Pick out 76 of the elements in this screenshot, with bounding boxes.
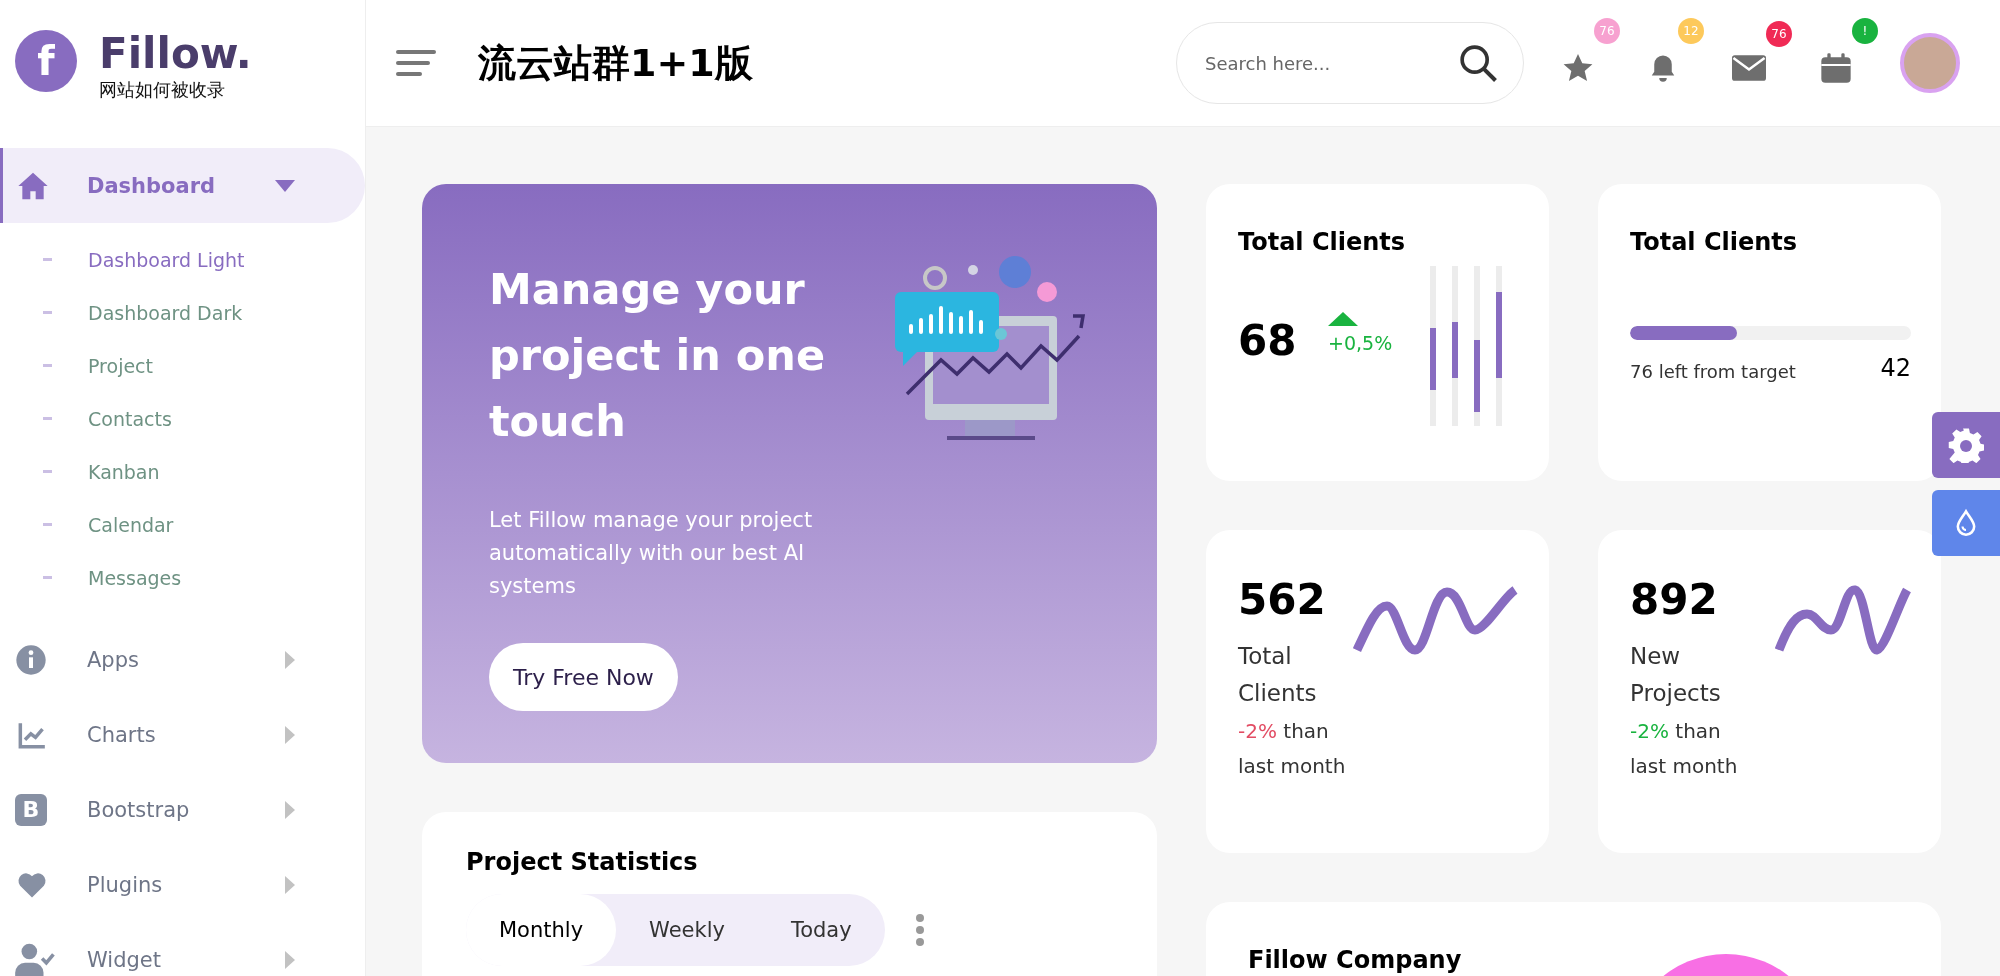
logo-icon: f bbox=[15, 30, 77, 92]
caret-right-icon bbox=[285, 650, 295, 669]
bullet-icon bbox=[43, 417, 52, 420]
nav-item[interactable]: Dashboard bbox=[0, 148, 365, 223]
menu-icon[interactable] bbox=[396, 48, 436, 78]
dot-decoration bbox=[1037, 282, 1057, 302]
bullet-icon bbox=[43, 523, 52, 526]
card-title: Total Clients bbox=[1238, 228, 1407, 256]
count-badge: 76 bbox=[1766, 21, 1792, 47]
settings-button[interactable] bbox=[1932, 412, 2000, 478]
dot-decoration bbox=[968, 265, 978, 275]
nav-item[interactable]: Plugins bbox=[0, 847, 365, 922]
dot-decoration bbox=[999, 256, 1031, 288]
brand-tagline: 网站如何被收录 bbox=[99, 78, 226, 102]
count-badge: 76 bbox=[1594, 18, 1620, 44]
settings-icon bbox=[1948, 427, 1984, 463]
theme-button[interactable] bbox=[1932, 490, 2000, 556]
submenu-item[interactable]: Contacts bbox=[88, 407, 172, 430]
caret-right-icon bbox=[285, 800, 295, 819]
change-value: +0,5% bbox=[1328, 332, 1394, 354]
count-badge: ! bbox=[1852, 18, 1878, 44]
hero-heading: Manage your project in one touch bbox=[489, 263, 827, 448]
submenu-item[interactable]: Kanban bbox=[88, 460, 160, 483]
stat-label: Total Clients bbox=[1238, 642, 1318, 708]
period-tab[interactable]: Monthly bbox=[466, 894, 617, 966]
submenu-item[interactable]: Dashboard Dark bbox=[88, 301, 243, 324]
submenu-item[interactable]: Calendar bbox=[88, 513, 174, 536]
more-icon[interactable] bbox=[914, 913, 925, 947]
bullet-icon bbox=[43, 311, 52, 314]
period-tab[interactable]: Today bbox=[757, 894, 885, 966]
nav-item[interactable]: Charts bbox=[0, 697, 365, 772]
caret-right-icon bbox=[285, 950, 295, 969]
caret-down-icon bbox=[275, 179, 295, 192]
search-field[interactable]: Search here... bbox=[1176, 22, 1524, 104]
search-icon[interactable] bbox=[1458, 43, 1498, 83]
bullet-icon bbox=[43, 470, 52, 473]
star-icon bbox=[1562, 52, 1594, 84]
stat-value: 562 bbox=[1238, 574, 1327, 626]
hero-text: Let Fillow manage your project automatically with our best AI systems bbox=[489, 507, 814, 600]
page-title: 流云站群1+1版 bbox=[478, 39, 754, 87]
submenu-item[interactable]: Project bbox=[88, 354, 153, 377]
brand-name: Fillow. bbox=[99, 30, 252, 78]
nav-item[interactable]: Widget bbox=[0, 922, 365, 976]
card-title: Total Clients bbox=[1630, 228, 1799, 256]
change-text: -2% than last month bbox=[1238, 718, 1347, 780]
info-icon bbox=[15, 643, 47, 676]
bullet-icon bbox=[43, 258, 52, 261]
card-title: Fillow Company bbox=[1248, 946, 1462, 974]
progress-caption: 76 left from target bbox=[1630, 361, 1796, 382]
bullet-icon bbox=[43, 576, 52, 579]
caret-right-icon bbox=[285, 725, 295, 744]
calendar-icon bbox=[1820, 52, 1852, 84]
notification-button[interactable] bbox=[1732, 55, 1766, 81]
caret-right-icon bbox=[285, 875, 295, 894]
try-button[interactable]: Try Free Now bbox=[489, 643, 678, 711]
stat-label: New Projects bbox=[1630, 642, 1722, 708]
card-title: Project Statistics bbox=[466, 848, 699, 876]
dot-decoration bbox=[995, 328, 1007, 340]
letter-icon: B bbox=[15, 793, 47, 826]
submenu-item[interactable]: Dashboard Light bbox=[88, 248, 245, 271]
period-tab[interactable]: Weekly bbox=[616, 894, 758, 966]
stat-value: 42 bbox=[1880, 354, 1911, 382]
notification-button[interactable] bbox=[1820, 52, 1852, 84]
stat-value: 68 bbox=[1238, 316, 1298, 365]
nav-item[interactable]: B Bootstrap bbox=[0, 772, 365, 847]
user-check-icon bbox=[15, 942, 55, 976]
bullet-icon bbox=[43, 364, 52, 367]
ring-decoration bbox=[923, 266, 947, 290]
up-triangle-icon bbox=[1328, 312, 1358, 326]
stat-value: 892 bbox=[1630, 574, 1719, 626]
count-badge: 12 bbox=[1678, 18, 1704, 44]
submenu-item[interactable]: Messages bbox=[88, 566, 182, 589]
nav-item[interactable]: Apps bbox=[0, 622, 365, 697]
notification-button[interactable] bbox=[1562, 52, 1594, 84]
change-text: -2% than last month bbox=[1630, 718, 1739, 780]
mail-icon bbox=[1732, 55, 1766, 81]
